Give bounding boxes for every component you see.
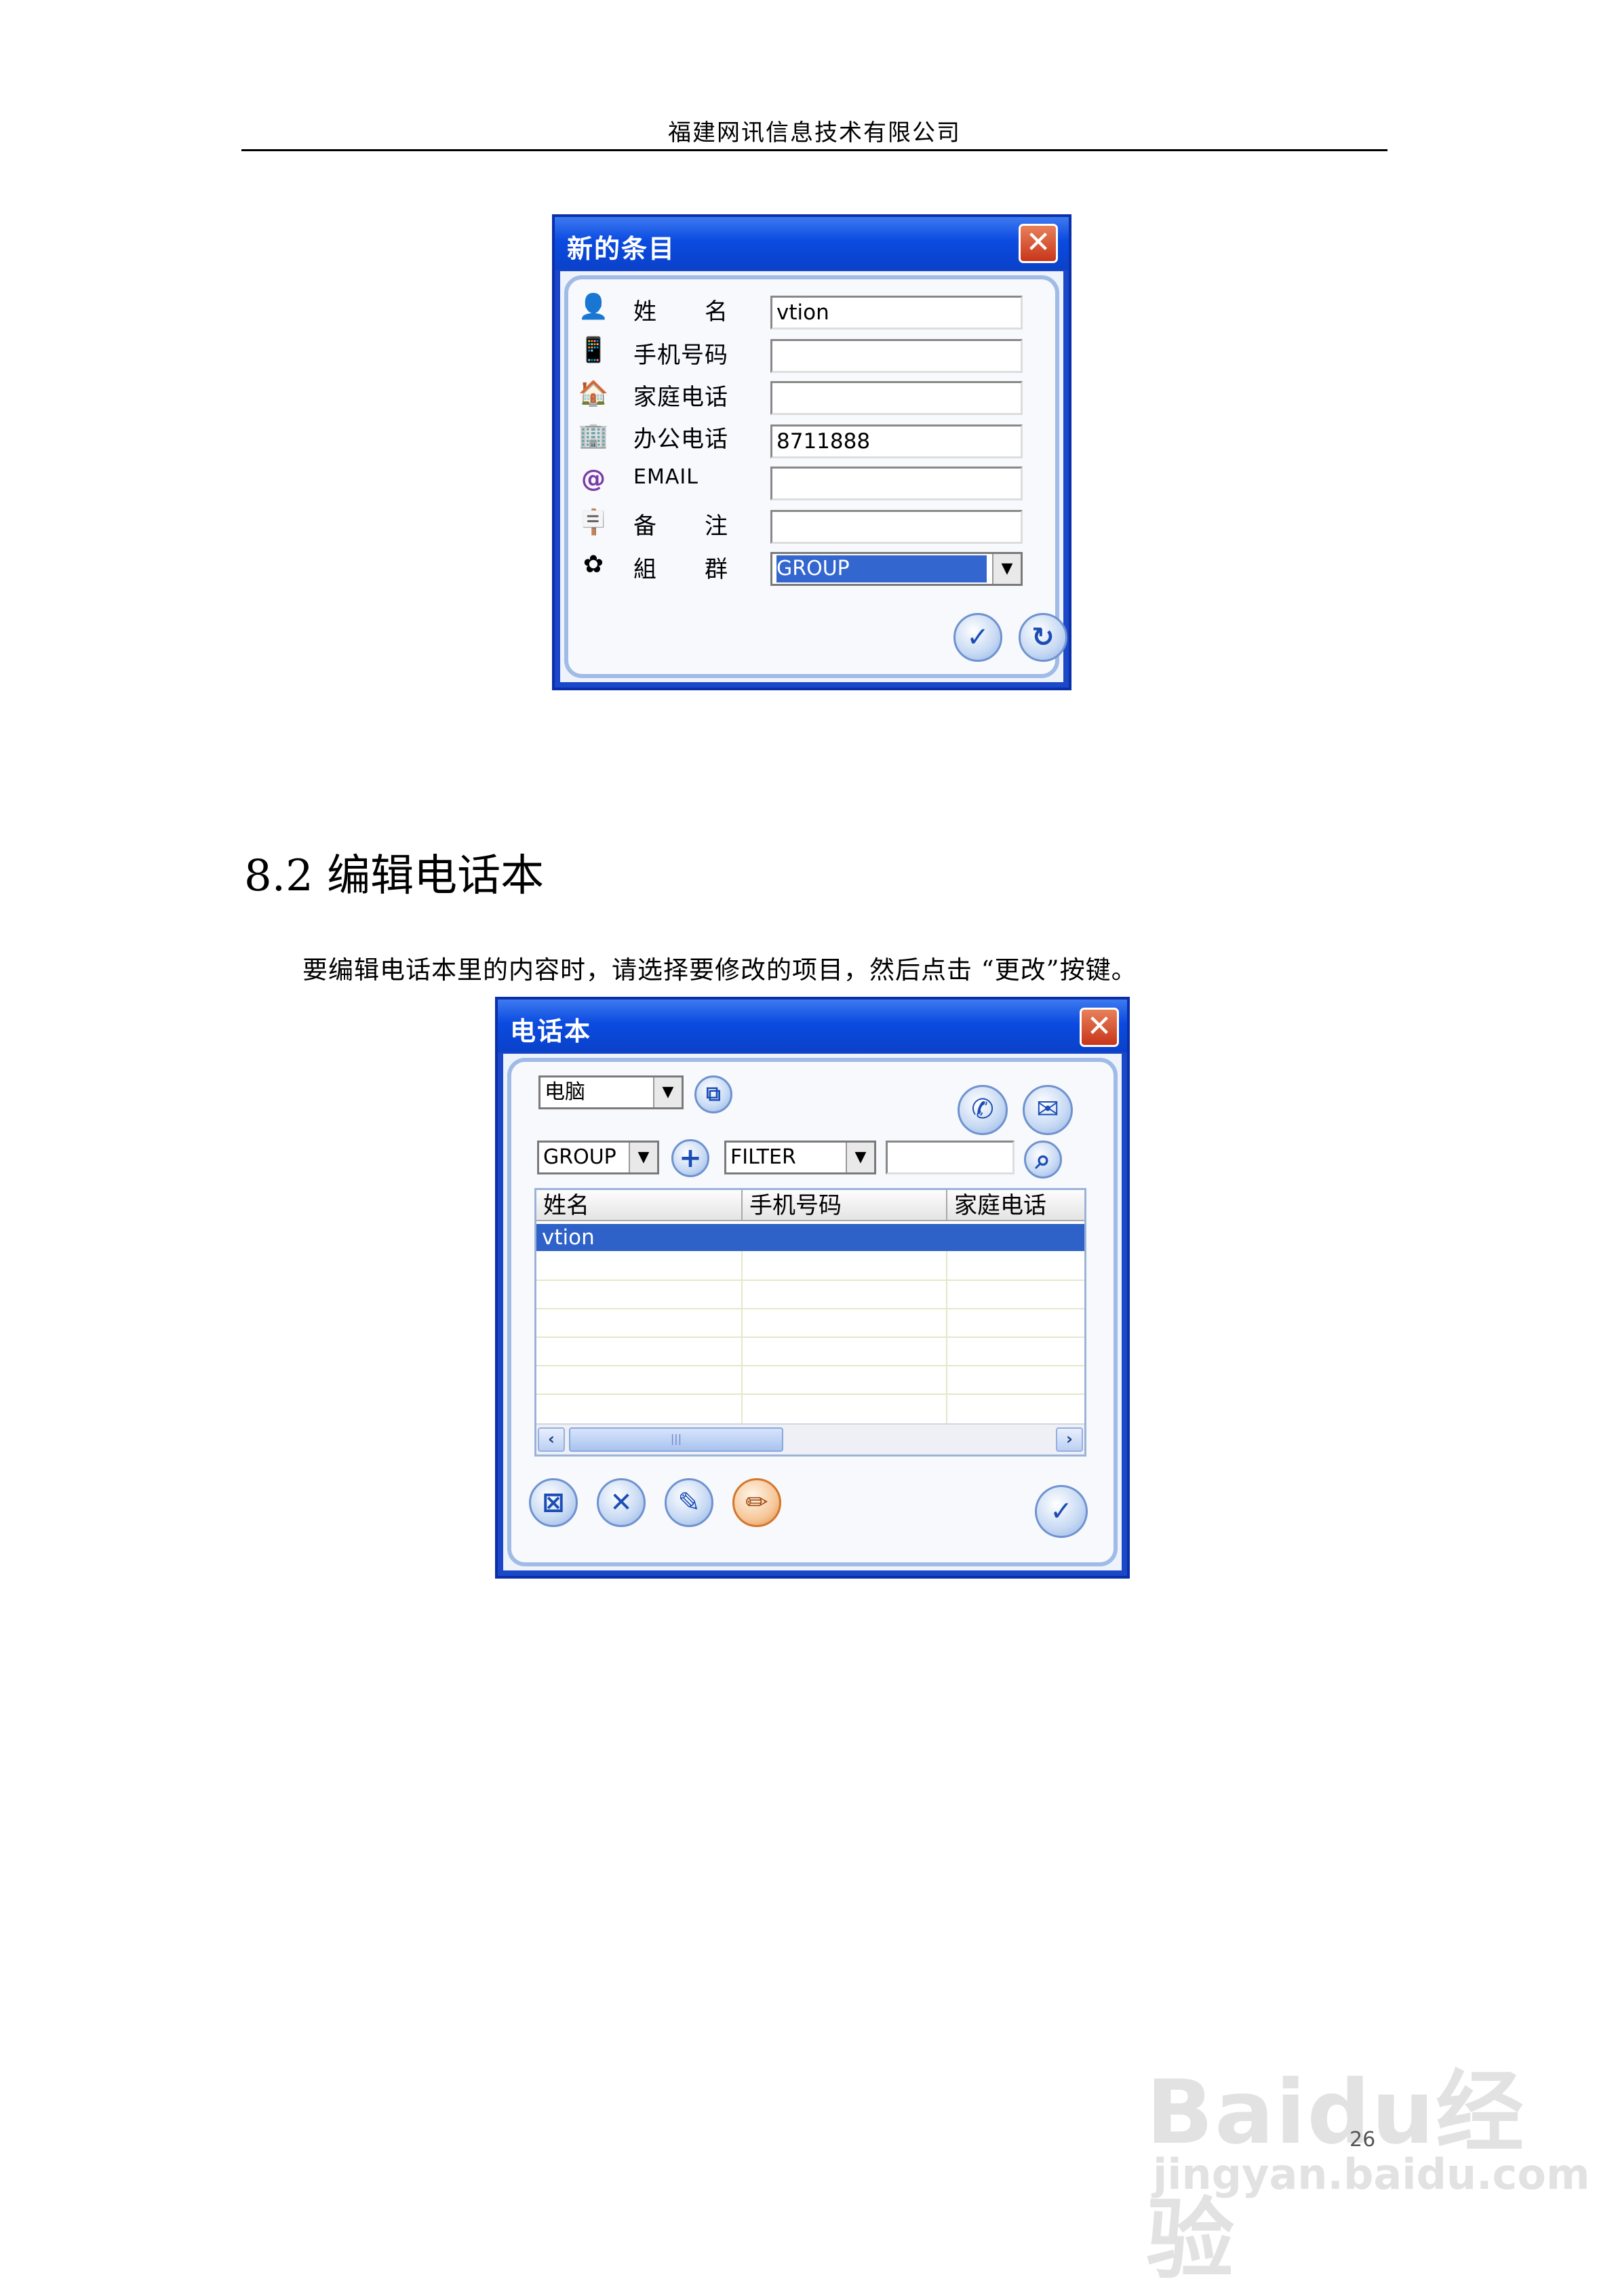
phonebook-dialog: 电话本 ✕ 电脑 ▼ ⧉ ✆ ✉ GROUP ▼ + FILTER ▼ ⌕ 姓名… (495, 997, 1130, 1579)
column-divider (741, 1251, 743, 1425)
row-divider (536, 1308, 1084, 1309)
phonebook-client: 电脑 ▼ ⧉ ✆ ✉ GROUP ▼ + FILTER ▼ ⌕ 姓名 手机号码 (503, 1054, 1122, 1570)
group-filter-value: GROUP (543, 1145, 616, 1169)
new-entry-dialog: 新的条目 ✕ 👤 姓 名 vtion 📱 手机号码 🏠 家庭电话 🏢 办公电话 … (552, 214, 1071, 690)
office-building-icon: 🏢 (578, 422, 609, 450)
filter-select-value: FILTER (730, 1145, 796, 1169)
name-label: 姓 名 (633, 298, 728, 325)
search-button[interactable]: ⌕ (1024, 1141, 1062, 1179)
note-label: 备 注 (633, 513, 728, 540)
group-select[interactable]: GROUP ▼ (770, 552, 1023, 586)
new-entry-panel: 👤 姓 名 vtion 📱 手机号码 🏠 家庭电话 🏢 办公电话 8711888… (564, 275, 1067, 678)
group-select-value: GROUP (776, 555, 987, 582)
table-cell-home (947, 1224, 1084, 1251)
email-field[interactable] (770, 467, 1023, 500)
row-divider (536, 1280, 1084, 1281)
new-entry-client: 👤 姓 名 vtion 📱 手机号码 🏠 家庭电话 🏢 办公电话 8711888… (560, 271, 1067, 682)
add-group-button[interactable]: + (671, 1139, 709, 1177)
mobile-field[interactable] (770, 339, 1023, 373)
mail-button[interactable]: ✉ (1023, 1085, 1073, 1135)
phonebook-panel: 电脑 ▼ ⧉ ✆ ✉ GROUP ▼ + FILTER ▼ ⌕ 姓名 手机号码 (507, 1058, 1118, 1566)
name-field[interactable]: vtion (770, 296, 1023, 330)
group-filter-select[interactable]: GROUP ▼ (537, 1141, 659, 1174)
edit-button[interactable]: ✏ (732, 1478, 781, 1527)
column-divider (946, 1251, 947, 1425)
phonebook-close-button[interactable]: ✕ (1080, 1008, 1119, 1047)
delete-button[interactable]: ✕ (597, 1478, 646, 1527)
contacts-grid: 姓名 手机号码 家庭电话 vtion ‹ ||| › (534, 1188, 1086, 1457)
new-entry-titlebar: 新的条目 ✕ (555, 217, 1069, 270)
contact-icon: 👤 (578, 293, 609, 321)
mobile-label: 手机号码 (633, 342, 728, 369)
table-cell-mobile (743, 1224, 947, 1251)
office-phone-field[interactable]: 8711888 (770, 424, 1023, 458)
row-divider (536, 1337, 1084, 1338)
at-sign-icon: @ (581, 465, 606, 493)
house-icon: 🏠 (578, 380, 609, 408)
row-divider (536, 1393, 1084, 1395)
call-button[interactable]: ✆ (958, 1085, 1008, 1135)
column-header-name[interactable]: 姓名 (536, 1190, 743, 1221)
row-divider (536, 1365, 1084, 1366)
new-entry-title: 新的条目 (567, 234, 676, 264)
ok-button[interactable]: ✓ (953, 613, 1002, 662)
reset-button[interactable]: ↻ (1019, 613, 1067, 662)
column-header-home[interactable]: 家庭电话 (947, 1190, 1084, 1221)
page-header-company: 福建网讯信息技术有限公司 (668, 119, 961, 146)
group-icon: ✿ (583, 551, 604, 578)
office-phone-label: 办公电话 (633, 426, 728, 453)
email-label: EMAIL (633, 465, 698, 489)
new-entry-button[interactable]: ✎ (665, 1478, 713, 1527)
chevron-down-icon[interactable]: ▼ (846, 1143, 874, 1172)
page-number: 26 (1350, 2128, 1376, 2152)
signpost-icon: 🪧 (578, 509, 609, 536)
note-field[interactable] (770, 510, 1023, 544)
home-phone-label: 家庭电话 (633, 384, 728, 411)
confirm-button[interactable]: ✓ (1035, 1485, 1088, 1538)
horizontal-scrollbar[interactable]: ‹ ||| › (536, 1423, 1084, 1454)
scroll-thumb[interactable]: ||| (569, 1427, 783, 1452)
filter-select[interactable]: FILTER ▼ (724, 1141, 876, 1174)
home-phone-field[interactable] (770, 381, 1023, 415)
scroll-left-button[interactable]: ‹ (538, 1427, 565, 1452)
new-entry-close-button[interactable]: ✕ (1019, 224, 1058, 263)
column-header-mobile[interactable]: 手机号码 (743, 1190, 947, 1221)
group-label: 組 群 (633, 556, 728, 583)
source-select-value: 电脑 (545, 1080, 585, 1104)
chevron-down-icon[interactable]: ▼ (992, 554, 1021, 584)
header-rule (241, 149, 1387, 151)
chevron-down-icon[interactable]: ▼ (653, 1077, 682, 1107)
section-heading: 8.2 编辑电话本 (244, 851, 545, 901)
mobile-phone-icon: 📱 (578, 336, 609, 364)
phonebook-titlebar: 电话本 ✕ (498, 999, 1127, 1052)
table-cell-name: vtion (542, 1225, 595, 1250)
source-select[interactable]: 电脑 ▼ (538, 1075, 684, 1109)
delete-all-button[interactable]: ⊠ (529, 1478, 578, 1527)
filter-input[interactable] (886, 1141, 1015, 1174)
phonebook-title: 电话本 (510, 1016, 592, 1046)
scroll-right-button[interactable]: › (1056, 1427, 1083, 1452)
section-paragraph: 要编辑电话本里的内容时，请选择要修改的项目，然后点击 “更改”按键。 (302, 955, 1137, 985)
chevron-down-icon[interactable]: ▼ (629, 1143, 657, 1172)
baidu-watermark-url: jingyan.baidu.com (1153, 2150, 1590, 2199)
copy-button[interactable]: ⧉ (694, 1075, 732, 1113)
